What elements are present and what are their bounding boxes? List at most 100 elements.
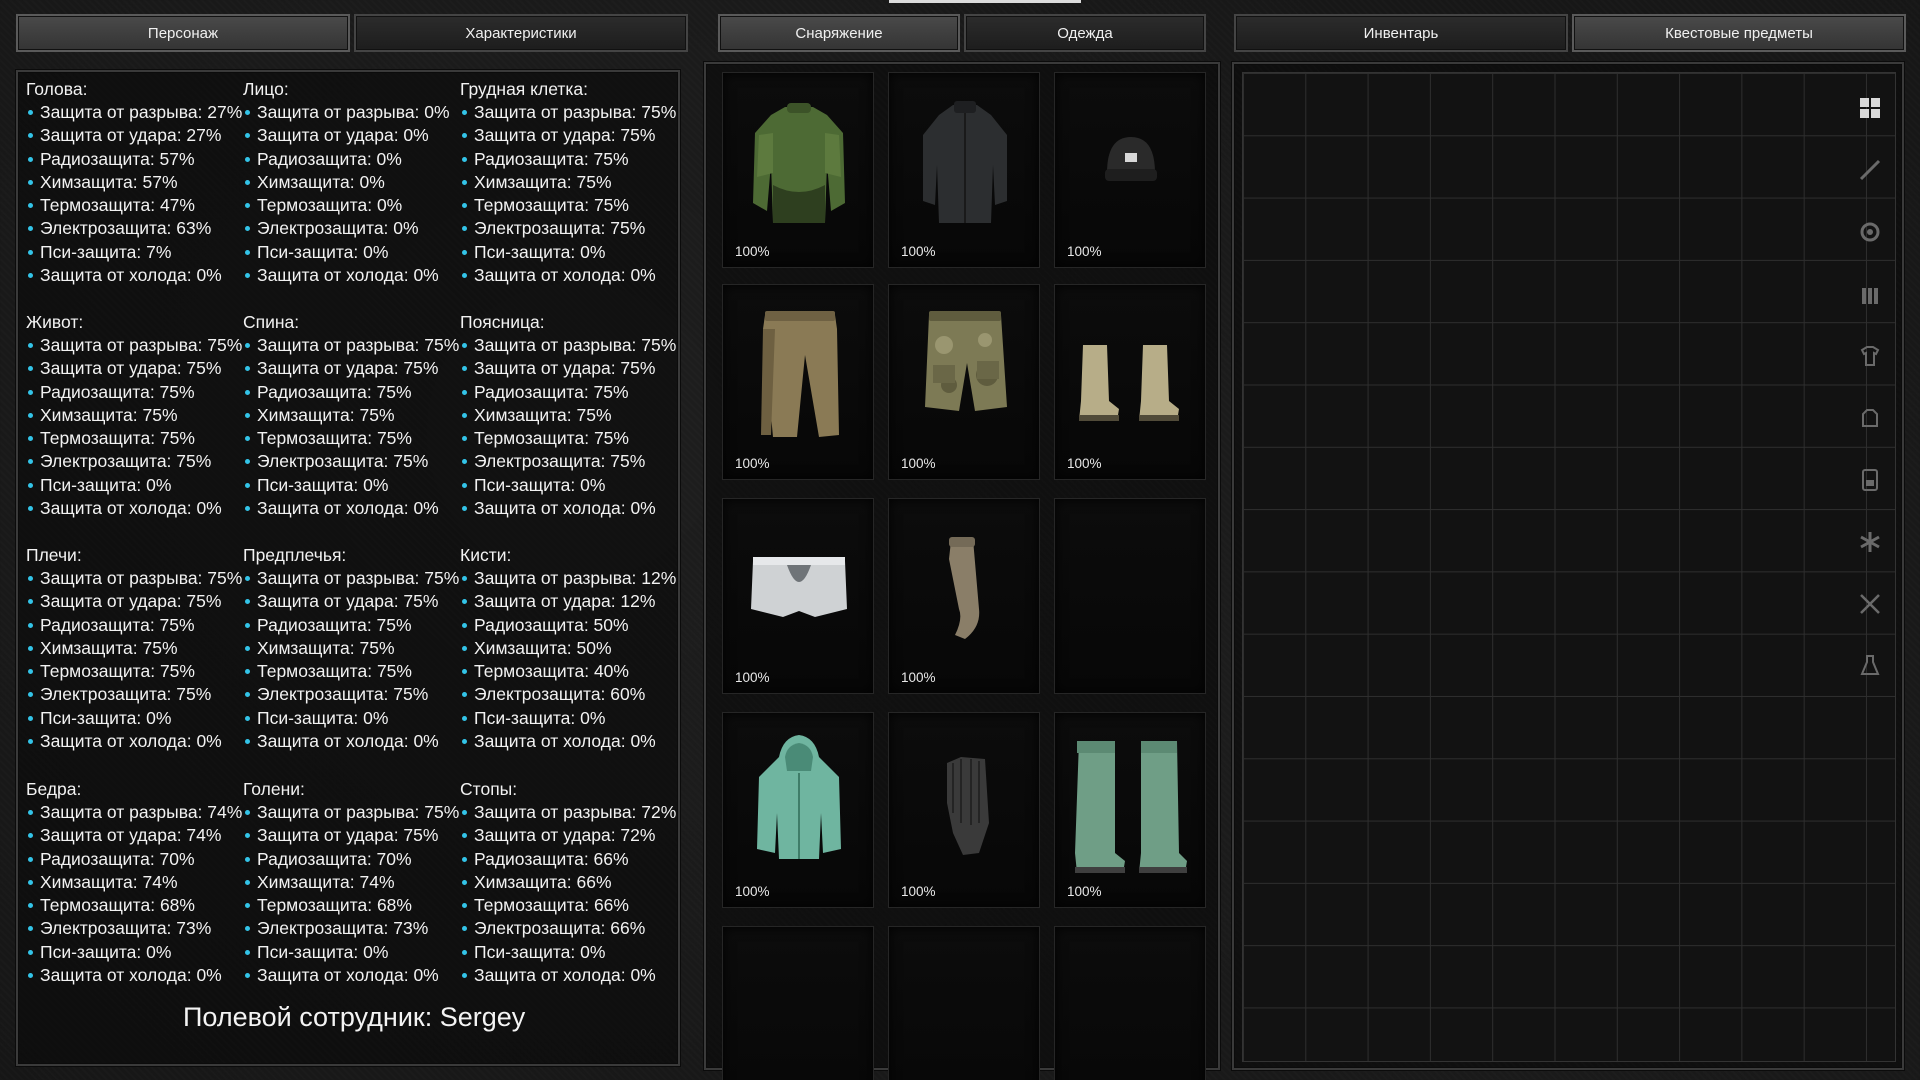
stat-line: Радиозащита: 75% [243,381,459,404]
stat-line: Радиозащита: 50% [460,614,676,637]
equipment-slot[interactable]: 100% [1054,284,1206,480]
equipment-slot[interactable]: 100% [722,284,874,480]
bullet-icon [28,645,33,651]
bullet-icon [28,110,33,115]
stat-line: Электрозащита: 75% [26,683,242,706]
bullet-icon [462,459,467,465]
bullet-icon [245,973,250,979]
tab-equipment[interactable]: Снаряжение [718,14,960,52]
bullet-icon [462,273,467,279]
tab-character[interactable]: Персонаж [16,14,350,52]
grid-icon[interactable] [1852,82,1888,134]
knife-icon[interactable] [1852,144,1888,196]
bullet-icon [462,926,467,932]
bullet-icon [462,506,467,512]
flask-icon[interactable] [1852,640,1888,692]
bullet-icon [245,715,250,721]
stat-group: Голова: Защита от разрыва: 27% Защита от у… [26,78,242,287]
stat-list: Защита от разрыва: 75% Защита от удара: 7… [26,334,242,520]
tab-inventory[interactable]: Инвентарь [1234,14,1568,52]
tab-quest-items[interactable]: Квестовые предметы [1572,14,1906,52]
equipment-slot[interactable] [888,926,1040,1080]
stat-line: Защита от удара: 27% [26,124,242,147]
stat-line: Защита от удара: 75% [243,590,459,613]
stat-line: Защита от удара: 75% [243,357,459,380]
stat-group: Грудная клетка: Защита от разрыва: 75% Защ… [460,78,676,287]
stat-line: Защита от удара: 75% [243,824,459,847]
bullet-icon [245,669,250,675]
stat-list: Защита от разрыва: 74% Защита от удара: 7… [26,801,242,987]
equipment-slot[interactable]: 100% [722,712,874,908]
body-part-title: Голени: [243,779,305,799]
stat-line: Пси-защита: 7% [26,241,242,264]
stat-line: Термозащита: 66% [460,894,676,917]
stat-line: Пси-защита: 0% [243,474,459,497]
bullet-icon [28,810,33,815]
bullet-icon [245,273,250,279]
stat-line: Радиозащита: 0% [243,148,450,171]
stat-line: Радиозащита: 75% [26,381,242,404]
stat-line: Радиозащита: 75% [26,614,242,637]
equipment-slot[interactable]: 100% [888,284,1040,480]
equipment-slot[interactable]: 100% [722,498,874,694]
equipment-slot[interactable]: 100% [722,72,874,268]
bullet-icon [462,810,467,815]
bullet-icon [245,389,250,395]
stat-line: Химзащита: 75% [243,637,459,660]
inventory-panel [1232,62,1904,1070]
stat-line: Термозащита: 47% [26,194,242,217]
stat-line: Защита от удара: 75% [26,590,242,613]
ammo-icon[interactable] [1852,268,1888,320]
stat-line: Пси-защита: 0% [460,474,676,497]
bullet-icon [245,459,250,465]
stat-line: Пси-защита: 0% [243,707,459,730]
gear-icon[interactable] [1852,206,1888,258]
body-part-title: Грудная клетка: [460,79,589,99]
shirt-icon[interactable] [1852,330,1888,382]
stat-list: Защита от разрыва: 72% Защита от удара: 7… [460,801,676,987]
bullet-icon [245,133,250,139]
device-icon[interactable] [1852,454,1888,506]
stat-line: Защита от холода: 0% [26,497,242,520]
bullet-icon [28,879,33,885]
equipment-slot[interactable]: 100% [1054,72,1206,268]
stat-line: Термозащита: 68% [243,894,459,917]
stat-group: Бедра: Защита от разрыва: 74% Защита от уд… [26,778,242,987]
bullet-icon [245,903,250,909]
equipment-slot[interactable] [722,926,874,1080]
item-condition: 100% [901,456,936,471]
inventory-grid[interactable] [1242,72,1896,1062]
bullet-icon [462,203,467,209]
bullet-icon [462,110,467,115]
armor-icon[interactable] [1852,392,1888,444]
stat-line: Электрозащита: 0% [243,217,450,240]
stat-line: Защита от разрыва: 27% [26,101,242,124]
bullet-icon [28,203,33,209]
bullet-icon [28,249,33,255]
equipment-slot[interactable]: 100% [888,498,1040,694]
stat-line: Термозащита: 75% [460,427,676,450]
stat-line: Химзащита: 50% [460,637,676,660]
bullet-icon [462,622,467,628]
equipment-slot[interactable]: 100% [888,712,1040,908]
bullet-icon [245,226,250,232]
stat-line: Пси-защита: 0% [26,707,242,730]
tab-clothing[interactable]: Одежда [964,14,1206,52]
bullet-icon [462,366,467,372]
equipment-slot[interactable] [1054,926,1206,1080]
stat-line: Радиозащита: 57% [26,148,242,171]
stat-list: Защита от разрыва: 75% Защита от удара: 7… [460,334,676,520]
equipment-slot[interactable]: 100% [888,72,1040,268]
bullet-icon [245,412,250,418]
bullet-icon [245,622,250,628]
tab-characteristics[interactable]: Характеристики [354,14,688,52]
tools-icon[interactable] [1852,578,1888,630]
bullet-icon [28,669,33,675]
equipment-slot[interactable] [1054,498,1206,694]
stat-line: Химзащита: 75% [26,404,242,427]
bullet-icon [462,856,467,862]
asterisk-icon[interactable] [1852,516,1888,568]
equipment-slot[interactable]: 100% [1054,712,1206,908]
stat-line: Защита от разрыва: 75% [460,334,676,357]
stat-list: Защита от разрыва: 12% Защита от удара: 1… [460,567,676,753]
